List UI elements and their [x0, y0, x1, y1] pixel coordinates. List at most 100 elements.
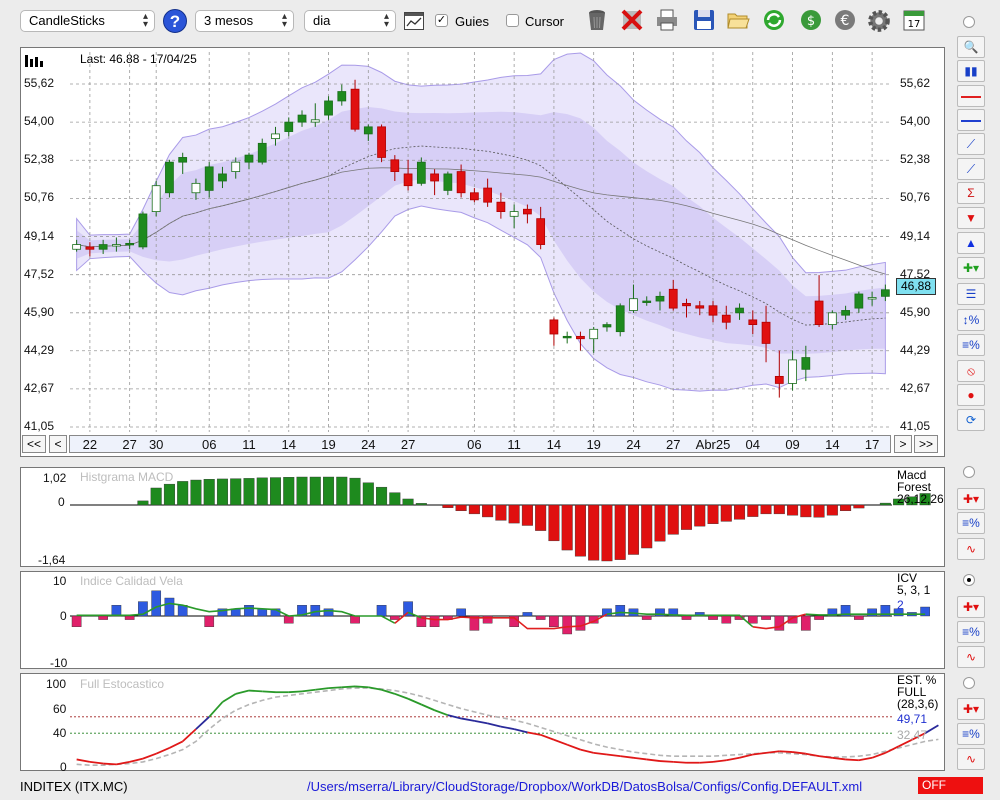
candle-body — [350, 88, 360, 130]
panel-radio-icv[interactable] — [963, 574, 975, 586]
stoch-k-segment — [673, 761, 687, 764]
open-folder-icon[interactable] — [726, 8, 750, 32]
stoch-tick-0: 0 — [60, 760, 67, 774]
interval-select[interactable]: dia ▴ ▾ — [304, 10, 396, 32]
arrow-down-icon[interactable]: ▼ — [957, 207, 985, 229]
nav-first-button[interactable]: << — [22, 435, 46, 453]
scale-percent-icon[interactable]: ↕% — [957, 309, 985, 331]
panel-curve-icon[interactable]: ∿ — [957, 748, 985, 770]
macd-bar — [336, 476, 348, 506]
candle-body — [509, 211, 519, 217]
nav-last-button[interactable]: >> — [914, 435, 938, 453]
icv-tick-zero: 0 — [60, 609, 67, 623]
panel-settings-icon[interactable]: ≡% — [957, 723, 985, 745]
stoch-k-segment — [593, 751, 608, 756]
cursor-checkbox[interactable] — [506, 14, 519, 27]
candle-body — [98, 244, 108, 250]
x-axis-label: 11 — [507, 437, 521, 452]
stoch-k-segment — [527, 731, 541, 736]
refresh-icon[interactable] — [762, 8, 786, 32]
stoch-legend-d: 32,47 — [897, 728, 928, 742]
panel-move-icon[interactable]: ✚▾ — [957, 698, 985, 720]
indicators-list-icon[interactable]: ☰ — [957, 283, 985, 305]
trash-icon[interactable] — [585, 8, 609, 32]
euro-icon[interactable]: € — [833, 8, 857, 32]
stoch-k-segment — [262, 690, 276, 694]
icv-bar — [244, 605, 254, 617]
blue-line-icon[interactable] — [957, 109, 985, 131]
svg-text:$: $ — [807, 14, 815, 29]
print-icon[interactable] — [655, 8, 679, 32]
stoch-tick-60: 60 — [53, 702, 67, 716]
save-icon[interactable] — [692, 8, 716, 32]
stoch-k-segment — [646, 758, 661, 762]
blue-line-icon-stroke — [961, 120, 981, 122]
stop-icon[interactable]: ⦸ — [957, 360, 985, 382]
candles-icon[interactable]: ▮▮ — [957, 60, 985, 82]
scale-lines-icon[interactable]: ≡% — [957, 334, 985, 356]
guides-checkbox[interactable]: ✓ — [435, 14, 448, 27]
x-axis-label: 24 — [626, 437, 641, 452]
gear-icon[interactable] — [866, 8, 890, 32]
arrow-up-icon[interactable]: ▲ — [957, 232, 985, 254]
macd-bar — [813, 504, 825, 518]
channel-icon[interactable]: ⟋ — [957, 158, 985, 180]
panel-radio-macd[interactable] — [963, 466, 975, 478]
macd-bar — [853, 504, 865, 509]
macd-tick-bottom: -1,64 — [38, 553, 66, 567]
chart-window-icon[interactable] — [404, 12, 424, 30]
panel-radio-main[interactable] — [963, 16, 975, 28]
candle-body — [735, 307, 744, 314]
stoch-k-segment — [832, 756, 846, 761]
panel-settings-icon[interactable]: ≡% — [957, 621, 985, 643]
red-line-icon[interactable] — [957, 85, 985, 107]
candle-body — [496, 201, 506, 212]
macd-bar — [402, 498, 414, 506]
stoch-k-segment — [460, 717, 475, 722]
macd-bar — [734, 504, 746, 520]
candle-body — [523, 208, 532, 215]
candle-body — [841, 310, 850, 316]
select-chevron-icon: ▴ ▾ — [383, 11, 389, 30]
icv-bar — [747, 615, 758, 624]
delete-icon[interactable] — [620, 8, 644, 32]
candle-body — [536, 218, 546, 245]
macd-bar — [376, 486, 388, 506]
zoom-icon[interactable]: 🔍 — [957, 36, 985, 58]
config-path-link[interactable]: /Users/mserra/Library/CloudStorage/Dropb… — [307, 779, 862, 794]
candle-body — [218, 173, 227, 182]
y-axis-label-left: 55,62 — [24, 76, 55, 90]
stoch-tick-100: 100 — [46, 677, 67, 691]
period-select[interactable]: 3 mesos ▴ ▾ — [195, 10, 294, 32]
icv-bar — [615, 605, 626, 617]
panel-move-icon[interactable]: ✚▾ — [957, 488, 985, 510]
panel-curve-icon[interactable]: ∿ — [957, 646, 985, 668]
status-badge[interactable]: OFF — [918, 777, 983, 794]
add-indicator-icon[interactable]: ✚▾ — [957, 257, 985, 279]
nav-next-button[interactable]: > — [894, 435, 912, 453]
refresh-alt-icon[interactable]: $ — [799, 8, 823, 32]
stoch-k-segment — [580, 748, 594, 754]
stoch-k-segment — [606, 753, 621, 758]
candle-body — [191, 182, 201, 194]
panel-settings-icon[interactable]: ≡% — [957, 512, 985, 534]
stoch-k-segment — [221, 693, 237, 703]
y-axis-label-left: 52,38 — [24, 152, 55, 167]
candle-body — [204, 166, 214, 191]
panel-curve-icon[interactable]: ∿ — [957, 538, 985, 560]
panel-radio-stochastic[interactable] — [963, 677, 975, 689]
nav-prev-button[interactable]: < — [49, 435, 67, 453]
candle-body — [85, 246, 95, 250]
panel-move-icon[interactable]: ✚▾ — [957, 596, 985, 618]
candle-body — [284, 121, 294, 132]
help-icon[interactable]: ? — [163, 9, 187, 33]
fibonacci-icon[interactable]: ⟋ — [957, 133, 985, 155]
sigma-icon[interactable]: Σ — [957, 182, 985, 204]
calendar-icon[interactable]: 17 — [902, 8, 926, 32]
record-icon[interactable]: ● — [957, 384, 985, 406]
stoch-k-segment — [301, 688, 316, 693]
y-axis-label-right: 44,29 — [900, 342, 931, 357]
refresh-icon[interactable]: ⟳ — [957, 409, 985, 431]
stoch-legend-k: 49,71 — [897, 712, 928, 726]
chart-type-select[interactable]: CandleSticks ▴ ▾ — [20, 10, 155, 32]
